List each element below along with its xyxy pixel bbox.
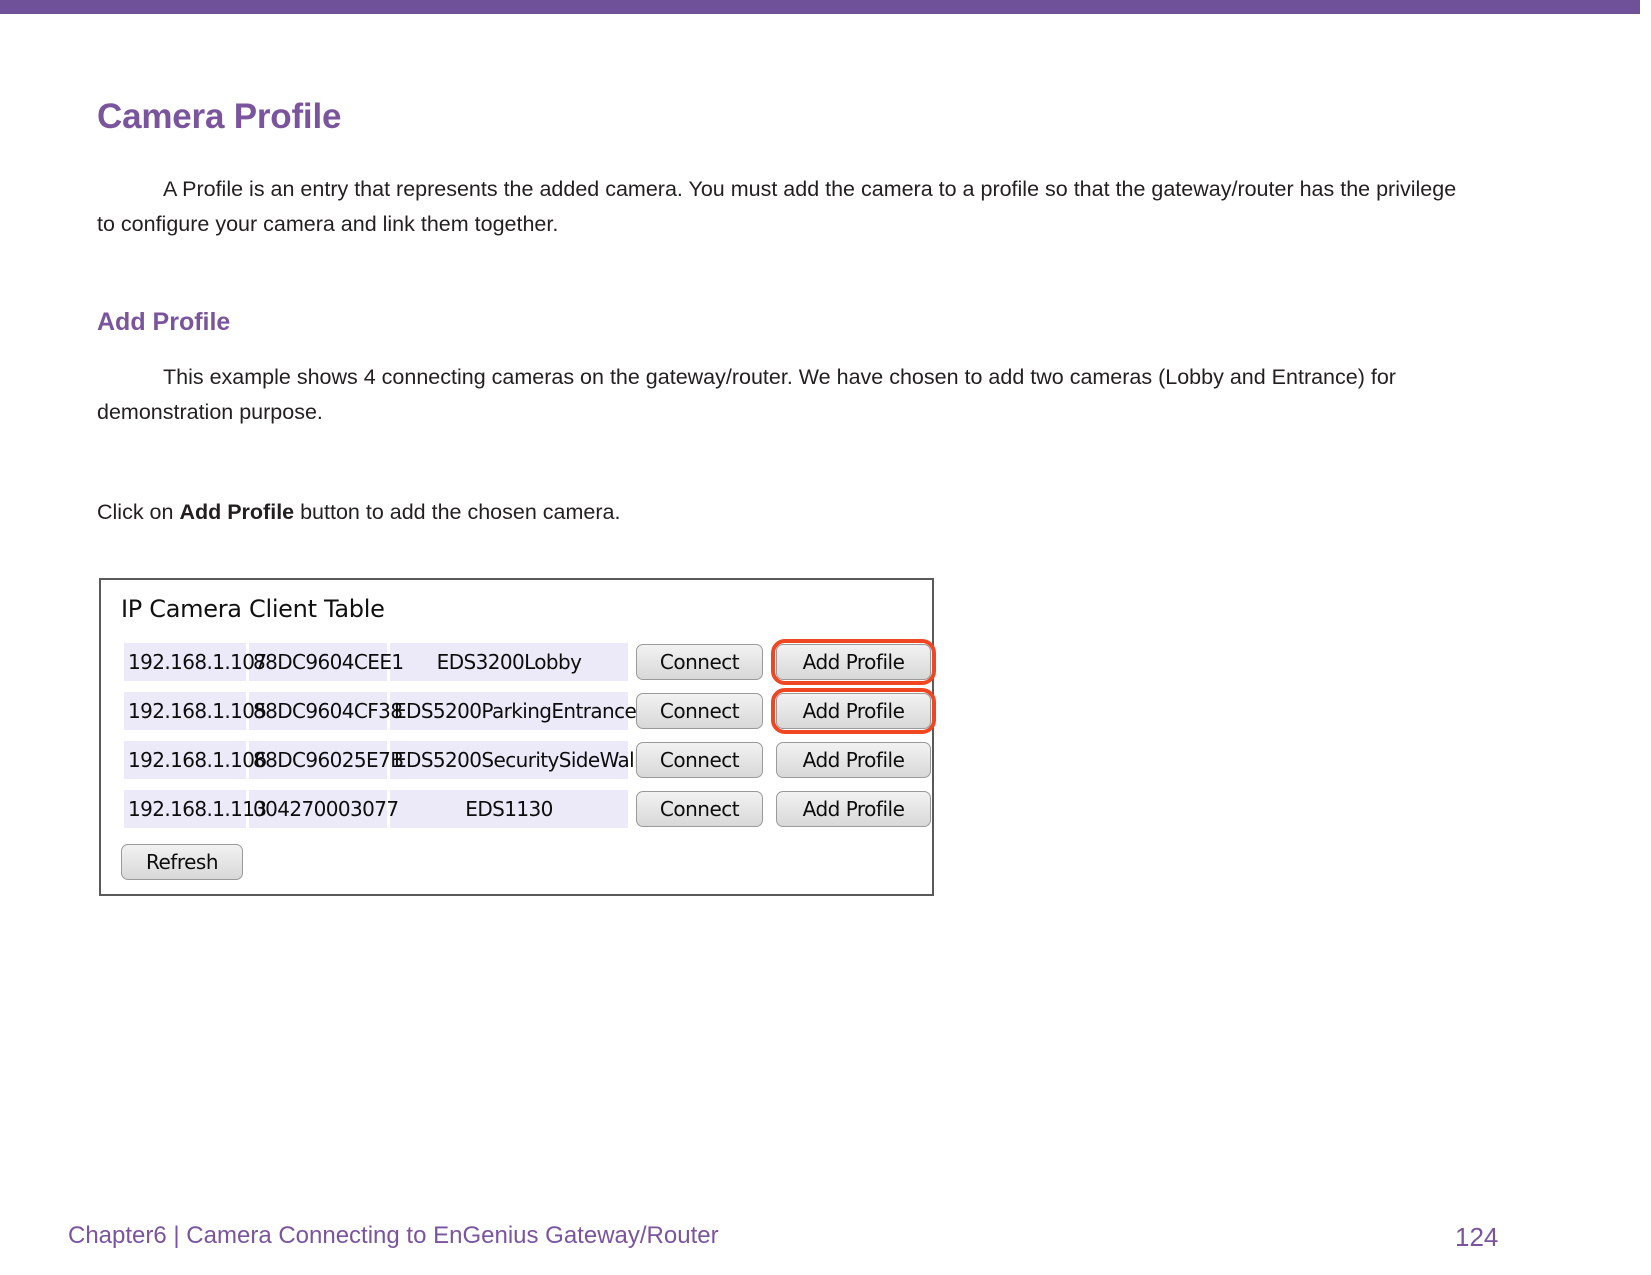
add-profile-button[interactable]: Add Profile [776,644,931,680]
cell-connect: Connect [631,688,768,734]
connect-button-wrap: Connect [631,786,768,832]
cell-connect: Connect [631,639,768,685]
cell-add-profile: Add Profile [771,688,936,734]
cell-mac: 88DC96025E7B [249,737,404,783]
top-accent-bar [0,0,1640,14]
camera-name-value: EDS3200Lobby [390,643,628,681]
camera-ip-value: 192.168.1.105 [124,692,267,730]
camera-name-value: EDS1130 [390,790,628,828]
connect-button-wrap: Connect [631,688,768,734]
camera-mac-value: 88DC9604CF38 [249,692,403,730]
intro-paragraph-text: A Profile is an entry that represents th… [97,177,1457,236]
ip-camera-client-table-panel: IP Camera Client Table 192.168.1.107 88D… [99,578,936,896]
connect-button[interactable]: Connect [636,742,763,778]
cell-ip: 192.168.1.113 [124,786,267,832]
intro-paragraph: A Profile is an entry that represents th… [97,172,1457,242]
panel-title: IP Camera Client Table [121,595,385,623]
add-profile-button[interactable]: Add Profile [776,791,931,827]
instruction-paragraph: Click on Add Profile button to add the c… [97,495,1497,530]
cell-ip: 192.168.1.106 [124,737,267,783]
table-row: 192.168.1.105 88DC9604CF38 EDS5200Parkin… [124,688,936,734]
footer-chapter-label: Chapter6 | Camera Connecting to EnGenius… [68,1222,719,1249]
table-row: 192.168.1.113 004270003077 EDS1130 Conne… [124,786,936,832]
example-paragraph-text: This example shows 4 connecting cameras … [97,365,1396,424]
cell-add-profile: Add Profile [771,737,936,783]
camera-name-value: EDS5200ParkingEntrance [390,692,637,730]
add-profile-button-wrap: Add Profile [771,786,936,832]
connect-button[interactable]: Connect [636,693,763,729]
camera-client-table: 192.168.1.107 88DC9604CEE1 EDS3200Lobby … [121,636,939,835]
cell-mac: 88DC9604CEE1 [249,639,404,685]
connect-button-wrap: Connect [631,639,768,685]
cell-ip: 192.168.1.107 [124,639,267,685]
document-page: Camera Profile A Profile is an entry tha… [0,0,1651,1275]
camera-ip-value: 192.168.1.113 [124,790,267,828]
cell-name: EDS1130 [390,786,628,832]
cell-name: EDS5200SecuritySideWalk [390,737,646,783]
cell-connect: Connect [631,786,768,832]
camera-mac-value: 88DC9604CEE1 [249,643,404,681]
footer-page-number: 124 [1455,1222,1499,1252]
table-row: 192.168.1.106 88DC96025E7B EDS5200Securi… [124,737,936,783]
cell-add-profile: Add Profile [771,639,936,685]
camera-mac-value: 88DC96025E7B [249,741,404,779]
cell-connect: Connect [631,737,768,783]
cell-mac: 004270003077 [249,786,399,832]
camera-ip-value: 192.168.1.107 [124,643,267,681]
instruction-text-before: Click on [97,500,180,524]
section-heading-add-profile: Add Profile [97,308,231,336]
table-row: 192.168.1.107 88DC9604CEE1 EDS3200Lobby … [124,639,936,685]
add-profile-button[interactable]: Add Profile [776,693,931,729]
add-profile-button[interactable]: Add Profile [776,742,931,778]
camera-name-value: EDS5200SecuritySideWalk [390,741,646,779]
refresh-button[interactable]: Refresh [121,844,243,880]
cell-name: EDS3200Lobby [390,639,628,685]
add-profile-highlight-ring: Add Profile [771,688,936,734]
add-profile-highlight-ring: Add Profile [771,639,936,685]
instruction-text-after: button to add the chosen camera. [294,500,621,524]
cell-ip: 192.168.1.105 [124,688,267,734]
cell-add-profile: Add Profile [771,786,936,832]
cell-name: EDS5200ParkingEntrance [390,688,637,734]
example-paragraph: This example shows 4 connecting cameras … [97,360,1457,430]
camera-client-table-body: 192.168.1.107 88DC9604CEE1 EDS3200Lobby … [124,639,936,832]
camera-mac-value: 004270003077 [249,790,399,828]
page-title: Camera Profile [97,97,342,136]
connect-button-wrap: Connect [631,737,768,783]
instruction-text-bold: Add Profile [179,500,295,524]
cell-mac: 88DC9604CF38 [249,688,403,734]
camera-ip-value: 192.168.1.106 [124,741,267,779]
connect-button[interactable]: Connect [636,644,763,680]
add-profile-button-wrap: Add Profile [771,737,936,783]
connect-button[interactable]: Connect [636,791,763,827]
